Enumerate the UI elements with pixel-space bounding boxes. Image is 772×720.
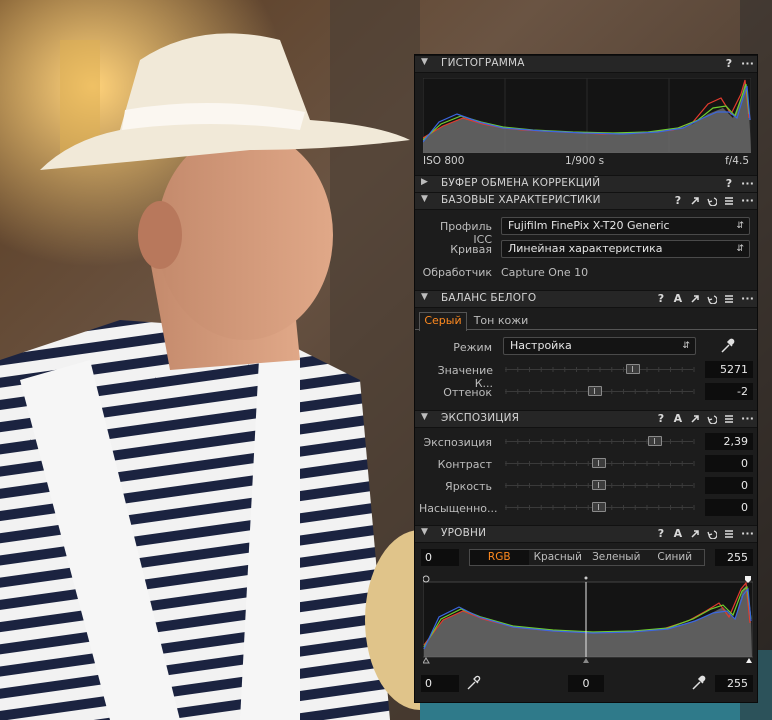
kelvin-value[interactable]: 5271 [705, 361, 753, 378]
more-icon[interactable]: ··· [741, 56, 754, 72]
mode-label: Режим [453, 341, 492, 354]
tint-value[interactable]: -2 [705, 383, 753, 400]
channel-tab[interactable]: Красный [529, 550, 588, 565]
exposure-title: ЭКСПОЗИЦИЯ [441, 412, 520, 424]
curve-value: Линейная характеристика [508, 242, 663, 255]
tint-label: Оттенок [443, 386, 492, 399]
output-low-value[interactable]: 0 [421, 675, 459, 692]
iso-readout: ISO 800 [423, 155, 465, 167]
mode-value: Настройка [510, 339, 572, 352]
midpoint-value[interactable]: 0 [568, 675, 604, 692]
aperture-readout: f/4.5 [725, 155, 749, 167]
clipboard-title: БУФЕР ОБМЕНА КОРРЕКЦИЙ [441, 177, 601, 189]
exposure-row-value[interactable]: 0 [705, 499, 753, 516]
presets-icon[interactable] [724, 414, 734, 424]
help-icon[interactable]: ? [724, 56, 734, 72]
exposure-row-value[interactable]: 2,39 [705, 433, 753, 450]
exposure-header[interactable]: ▼ ЭКСПОЗИЦИЯ ? A ··· [415, 410, 757, 428]
presets-icon[interactable] [724, 529, 734, 539]
updown-icon: ⇵ [682, 341, 690, 351]
channel-tab[interactable]: RGB [470, 550, 529, 565]
curve-dropdown[interactable]: Линейная характеристика ⇵ [501, 240, 750, 258]
input-high-value[interactable]: 255 [715, 549, 753, 566]
channel-selector: RGB Красный Зеленый Синий [469, 549, 705, 566]
black-eyedropper-icon[interactable] [465, 674, 481, 695]
more-icon[interactable]: ··· [741, 291, 754, 307]
expand-icon[interactable] [690, 196, 700, 206]
channel-tab[interactable]: Зеленый [587, 550, 646, 565]
updown-icon: ⇵ [736, 244, 744, 254]
engine-value: Capture One 10 [501, 266, 589, 279]
curve-label: Кривая [450, 243, 492, 256]
exposure-row-slider-knob[interactable] [592, 458, 606, 468]
histogram-chart [423, 78, 751, 153]
chevron-down-icon[interactable]: ▼ [421, 527, 428, 537]
engine-label: Обработчик [422, 266, 492, 279]
eyedropper-icon[interactable] [719, 337, 735, 358]
expand-icon[interactable] [690, 529, 700, 539]
exposure-row-label: Насыщенно... [419, 502, 498, 515]
chevron-down-icon[interactable]: ▼ [421, 412, 428, 422]
updown-icon: ⇵ [736, 221, 744, 231]
expand-icon[interactable] [690, 414, 700, 424]
text-icon[interactable]: A [673, 291, 683, 307]
text-icon[interactable]: A [673, 526, 683, 542]
chevron-down-icon[interactable]: ▼ [421, 57, 428, 67]
icc-value: Fujifilm FinePix X-T20 Generic [508, 219, 670, 232]
more-icon[interactable]: ··· [741, 411, 754, 427]
white-balance-title: БАЛАНС БЕЛОГО [441, 292, 537, 304]
more-icon[interactable]: ··· [741, 193, 754, 209]
mode-dropdown[interactable]: Настройка ⇵ [503, 337, 696, 355]
exposure-row-slider-knob[interactable] [592, 502, 606, 512]
input-low-value[interactable]: 0 [421, 549, 459, 566]
more-icon[interactable]: ··· [741, 526, 754, 542]
presets-icon[interactable] [724, 294, 734, 304]
presets-icon[interactable] [724, 196, 734, 206]
help-icon[interactable]: ? [656, 291, 666, 307]
chevron-down-icon[interactable]: ▼ [421, 194, 428, 204]
reset-icon[interactable] [707, 294, 717, 304]
clipboard-header[interactable]: ▶ БУФЕР ОБМЕНА КОРРЕКЦИЙ ? ··· [415, 175, 757, 193]
basic-title: БАЗОВЫЕ ХАРАКТЕРИСТИКИ [441, 194, 601, 206]
exposure-row-label: Яркость [445, 480, 492, 493]
exposure-row-value[interactable]: 0 [705, 477, 753, 494]
help-icon[interactable]: ? [656, 526, 666, 542]
more-icon[interactable]: ··· [741, 176, 754, 192]
output-high-value[interactable]: 255 [715, 675, 753, 692]
reset-icon[interactable] [707, 196, 717, 206]
exposure-row-value[interactable]: 0 [705, 455, 753, 472]
expand-icon[interactable] [690, 294, 700, 304]
icc-dropdown[interactable]: Fujifilm FinePix X-T20 Generic ⇵ [501, 217, 750, 235]
kelvin-slider-knob[interactable] [625, 364, 640, 374]
tint-slider-knob[interactable] [588, 386, 603, 396]
help-icon[interactable]: ? [724, 176, 734, 192]
exposure-row-label: Контраст [437, 458, 492, 471]
exposure-row-slider-track[interactable] [505, 441, 693, 442]
tab-gray[interactable]: Серый [419, 312, 467, 331]
tool-panel: ▼ ГИСТОГРАММА ? ··· ISO 800 1/900 s f/4.… [414, 54, 758, 703]
help-icon[interactable]: ? [656, 411, 666, 427]
levels-title: УРОВНИ [441, 527, 487, 539]
exposure-row-slider-knob[interactable] [592, 480, 606, 490]
levels-header[interactable]: ▼ УРОВНИ ? A ··· [415, 525, 757, 543]
help-icon[interactable]: ? [673, 193, 683, 209]
reset-icon[interactable] [707, 529, 717, 539]
chevron-right-icon[interactable]: ▶ [421, 177, 428, 187]
white-balance-header[interactable]: ▼ БАЛАНС БЕЛОГО ? A ··· [415, 290, 757, 308]
histogram-title: ГИСТОГРАММА [441, 57, 525, 69]
chevron-down-icon[interactable]: ▼ [421, 292, 428, 302]
exposure-row-slider-knob[interactable] [648, 436, 663, 446]
text-icon[interactable]: A [673, 411, 683, 427]
white-eyedropper-icon[interactable] [690, 674, 706, 695]
channel-tab[interactable]: Синий [646, 550, 705, 565]
shutter-readout: 1/900 s [565, 155, 605, 167]
levels-histogram[interactable] [423, 575, 753, 665]
histogram-header[interactable]: ▼ ГИСТОГРАММА ? ··· [415, 55, 757, 73]
reset-icon[interactable] [707, 414, 717, 424]
kelvin-slider-track[interactable] [505, 369, 693, 370]
exposure-row-label: Экспозиция [423, 436, 492, 449]
tab-skin-tone[interactable]: Тон кожи [471, 313, 531, 329]
basic-header[interactable]: ▼ БАЗОВЫЕ ХАРАКТЕРИСТИКИ ? ··· [415, 192, 757, 210]
